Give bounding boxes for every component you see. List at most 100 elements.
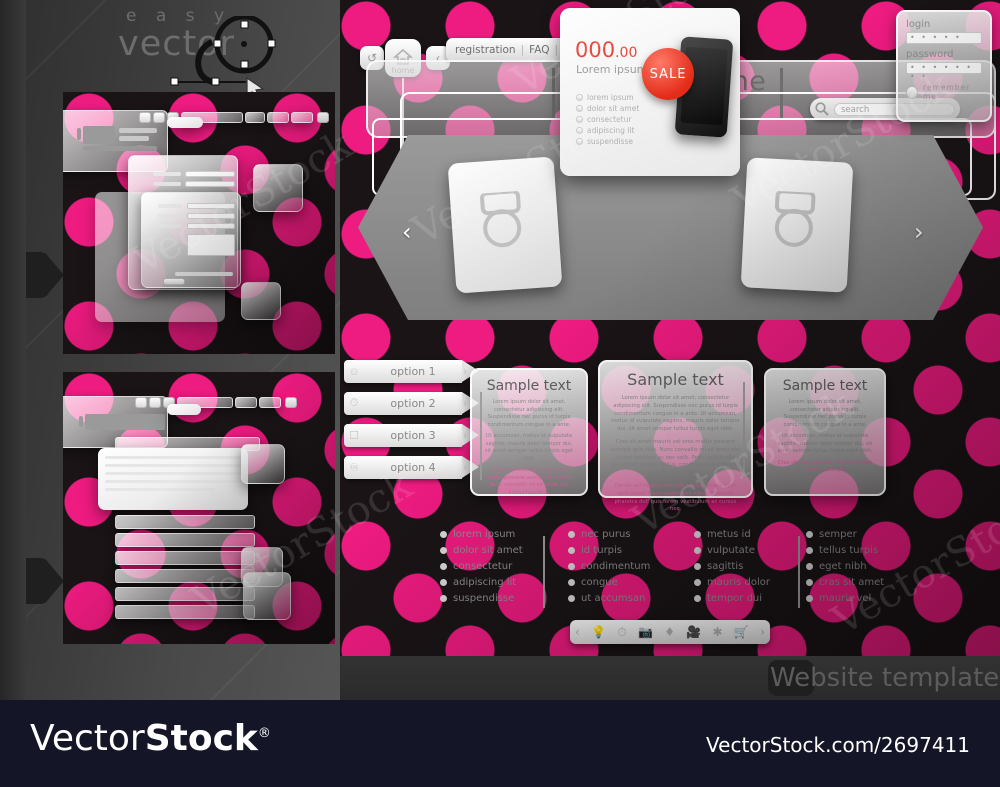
content-title: Sample text: [486, 378, 572, 394]
bottom-icon-bar[interactable]: ‹ 💡 ⏱ 📷 ♦ 🎥 ✱ 🛒 ›: [570, 620, 770, 644]
password-input[interactable]: • • • • • • • •: [906, 62, 982, 81]
sidebar-item-option-3[interactable]: ☐ option 3 ›: [344, 424, 479, 447]
bullet-icon: [568, 530, 575, 538]
slider-card-left[interactable]: [447, 156, 563, 294]
footer-link[interactable]: tellus turpis: [819, 545, 878, 556]
brand-light: Vector: [30, 718, 145, 759]
header-rule-right: [780, 68, 783, 118]
footer-link[interactable]: metus id: [707, 529, 751, 540]
video-camera-icon[interactable]: 🎥: [686, 625, 701, 639]
tab-arrow-icon: [46, 254, 64, 296]
list-item: nec purus: [568, 526, 650, 542]
sidebar-item-option-2[interactable]: ⏱ option 2 ›: [344, 392, 479, 415]
site-tagline: Lorem ipsum: [602, 96, 732, 110]
clock-icon[interactable]: ⏱: [617, 625, 626, 640]
bullet-icon: [568, 594, 575, 602]
iconbar-prev-icon[interactable]: ‹: [575, 625, 580, 639]
top-nav-links[interactable]: registration | FAQ | support | contact |…: [446, 38, 710, 62]
content-box-3[interactable]: Sample text Lorem ipsum dolor sit amet, …: [764, 368, 886, 496]
home-button[interactable]: home: [385, 39, 421, 77]
nav-sep: |: [608, 44, 612, 56]
list-item: adipiscing lit: [440, 574, 523, 590]
nav-link-faq[interactable]: FAQ: [529, 44, 549, 56]
footer-link[interactable]: lorem ipsum: [453, 529, 515, 540]
nav-link-registration[interactable]: registration: [455, 44, 516, 56]
list-item: tempor dui: [694, 590, 770, 606]
sidebar-item-registration[interactable]: [4, 252, 64, 298]
registration-mockup[interactable]: [63, 92, 335, 354]
feature-label: dolor sit amet: [587, 104, 640, 113]
chevron-right-icon: ›: [463, 396, 467, 410]
footer-link[interactable]: condimentum: [581, 561, 650, 572]
footer-link[interactable]: tempor dui: [707, 593, 762, 604]
option-arrow-icon: [462, 424, 479, 446]
bullet-icon: [806, 578, 813, 586]
remember-me-row[interactable]: remember me: [906, 83, 982, 101]
footer-link[interactable]: congue: [581, 577, 618, 588]
footer-link[interactable]: nec purus: [581, 529, 631, 540]
list-item: congue: [568, 574, 650, 590]
slider-card-right[interactable]: [740, 157, 854, 293]
nav-link-contact[interactable]: contact: [617, 44, 656, 56]
sidebar-item-faq[interactable]: [4, 558, 64, 604]
footer-link[interactable]: suspendisse: [453, 593, 514, 604]
bullet-icon: [568, 578, 575, 586]
footer-link[interactable]: sagittis: [707, 561, 743, 572]
sidebar-item-option-1[interactable]: ☺ option 1 ›: [344, 360, 479, 383]
lightbulb-icon[interactable]: 💡: [591, 625, 606, 639]
price-cents: .00: [615, 45, 638, 61]
list-item: suspendisse: [440, 590, 523, 606]
footer-link[interactable]: mauris dolor: [707, 577, 770, 588]
search-box[interactable]: search: [810, 98, 960, 120]
nav-next-icon[interactable]: ›: [662, 38, 688, 64]
footer-link[interactable]: dolor sit amet: [453, 545, 523, 556]
registered-mark: ®: [257, 726, 271, 741]
list-item: eget nibh: [806, 558, 884, 574]
slider-prev-button[interactable]: ‹: [402, 218, 412, 246]
nav-link-support[interactable]: support: [563, 44, 603, 56]
content-divider: [743, 382, 745, 478]
iconbar-next-icon[interactable]: ›: [760, 625, 765, 639]
nav-link-about[interactable]: about: [670, 44, 700, 56]
book-icon[interactable]: ♦: [664, 625, 675, 639]
option-label: option 3: [390, 429, 436, 442]
footer-link[interactable]: adipiscing lit: [453, 577, 516, 588]
header-rule-left: [552, 68, 555, 118]
content-box-1[interactable]: Sample text Lorem ipsum dolor sit amet, …: [470, 368, 588, 496]
remember-me-checkbox[interactable]: [906, 85, 919, 99]
search-input[interactable]: search: [834, 102, 955, 116]
nav-prev-icon[interactable]: ‹: [426, 46, 450, 70]
camera-icon[interactable]: 📷: [638, 625, 653, 639]
footer-link[interactable]: eget nibh: [819, 561, 867, 572]
smartphone-image: [674, 36, 734, 138]
slider-next-button[interactable]: ›: [914, 218, 924, 246]
faq-mockup[interactable]: [63, 372, 335, 644]
footer-link[interactable]: consectetur: [453, 561, 512, 572]
list-item: mauris dolor: [694, 574, 770, 590]
bullet-icon: [694, 530, 701, 538]
shopping-cart-icon[interactable]: 🛒: [734, 625, 749, 639]
camera-icon: [774, 190, 816, 247]
featured-product-card[interactable]: 000.00 Lorem ipsum lorem ipsum dolor sit…: [560, 8, 740, 176]
feature-label: suspendisse: [587, 137, 633, 146]
refresh-icon[interactable]: ↺: [360, 46, 384, 70]
content-box-2[interactable]: Sample text Lorem ipsum dolor sit amet, …: [598, 360, 753, 512]
footer-link[interactable]: cras sit amet: [819, 577, 884, 588]
asterisk-icon[interactable]: ✱: [713, 625, 723, 639]
sidebar-item-option-4[interactable]: ♾ option 4 ›: [344, 456, 479, 479]
bullet-icon: [694, 562, 701, 570]
login-panel[interactable]: login • • • • • password • • • • • • • •…: [896, 10, 992, 122]
home-icon: [393, 48, 413, 65]
footer-link[interactable]: id turpis: [581, 545, 622, 556]
sidebar-label-registration: Registration: [0, 74, 8, 292]
bullet-icon: [576, 116, 583, 123]
footer-link[interactable]: vulputate: [707, 545, 755, 556]
footer-link[interactable]: ut accumsan: [581, 593, 645, 604]
decorative-frame-2: [400, 92, 996, 200]
product-slider[interactable]: [358, 135, 983, 320]
footer-link[interactable]: mauris vel: [819, 593, 871, 604]
login-input[interactable]: • • • • •: [906, 32, 982, 44]
sidebar-label-faq: FAQ: [0, 529, 8, 598]
list-item: consectetur: [440, 558, 523, 574]
footer-link[interactable]: semper: [819, 529, 857, 540]
